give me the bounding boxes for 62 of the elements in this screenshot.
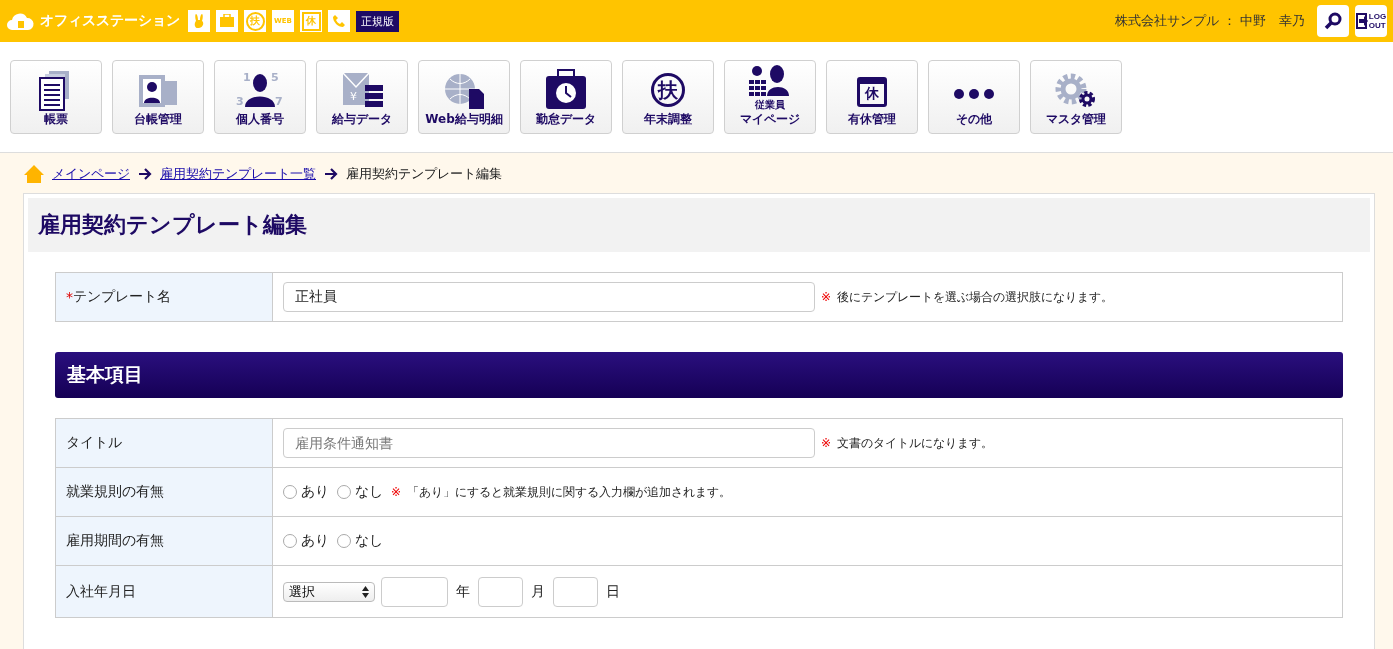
breadcrumb-current: 雇用契約テンプレート編集 xyxy=(346,165,502,183)
field-label: タイトル xyxy=(66,434,122,452)
breadcrumb-link[interactable]: 雇用契約テンプレート一覧 xyxy=(160,165,316,183)
section-header: 基本項目 xyxy=(55,352,1343,398)
note-mark: ※ xyxy=(821,436,832,450)
calendar-icon: 休 xyxy=(857,77,887,107)
field-label: 雇用期間の有無 xyxy=(66,532,164,550)
field-label: 入社年月日 xyxy=(66,582,136,601)
template-name-field[interactable]: 正社員 xyxy=(283,282,815,312)
logout-button[interactable]: LOG OUT xyxy=(1355,5,1387,37)
radio-label: なし xyxy=(355,483,383,501)
field-label: テンプレート名 xyxy=(73,288,171,306)
menu-tile[interactable]: その他 xyxy=(928,60,1020,134)
page-title: 雇用契約テンプレート編集 xyxy=(28,198,1370,252)
radio-label: あり xyxy=(301,532,329,550)
field-note: 文書のタイトルになります。 xyxy=(837,434,994,452)
menu-tile[interactable]: 勤怠データ xyxy=(520,60,612,134)
menu-tile[interactable]: 1 5 3 7 個人番号 xyxy=(214,60,306,134)
title-field[interactable]: 雇用条件通知書 xyxy=(283,428,815,458)
radio-button[interactable] xyxy=(283,534,297,548)
radio-button[interactable] xyxy=(337,534,351,548)
home-icon xyxy=(24,165,44,183)
radio-button[interactable] xyxy=(283,485,297,499)
brand-name: オフィスステーション xyxy=(40,12,180,30)
unit-label: 日 xyxy=(606,582,620,601)
search-button[interactable] xyxy=(1317,5,1349,37)
menu-tile[interactable]: ¥ 給与データ xyxy=(316,60,408,134)
rabbit-icon[interactable] xyxy=(188,10,210,32)
updown-caret-icon xyxy=(362,585,369,598)
note-mark: ※ xyxy=(821,290,832,304)
field-label: 就業規則の有無 xyxy=(66,483,164,501)
briefcase-icon[interactable] xyxy=(216,10,238,32)
note-mark: ※ xyxy=(391,485,402,499)
select-dropdown[interactable]: 選択 xyxy=(283,581,375,602)
field-note: 「あり」にすると就業規則に関する入力欄が追加されます。 xyxy=(407,483,732,501)
user-name: 株式会社サンプル ： 中野 幸乃 xyxy=(1114,12,1305,30)
field-note: 後にテンプレートを選ぶ場合の選択肢になります。 xyxy=(837,288,1114,306)
menu-tile[interactable]: 帳票 xyxy=(10,60,102,134)
unit-label: 月 xyxy=(531,582,545,601)
required-mark: * xyxy=(66,289,73,305)
phone-icon[interactable] xyxy=(328,10,350,32)
breadcrumb-link[interactable]: メインページ xyxy=(52,165,130,183)
circle-glyph-icon: 扶 xyxy=(651,73,685,107)
menu-tile[interactable]: マスタ管理 xyxy=(1030,60,1122,134)
year-field[interactable] xyxy=(381,576,448,607)
unit-label: 年 xyxy=(456,582,470,601)
radio-label: なし xyxy=(355,532,383,550)
arrow-right-icon xyxy=(324,167,338,181)
menu-tile[interactable]: 休 有休管理 xyxy=(826,60,918,134)
radio-label: あり xyxy=(301,483,329,501)
radio-button[interactable] xyxy=(337,485,351,499)
menu-tile[interactable]: 従業員 マイページ xyxy=(724,60,816,134)
exit-icon xyxy=(1355,13,1368,29)
day-field[interactable] xyxy=(553,576,598,607)
month-field[interactable] xyxy=(478,576,523,607)
search-icon xyxy=(1324,12,1342,30)
more-icon xyxy=(954,89,994,99)
menu-tile[interactable]: 扶 年末調整 xyxy=(622,60,714,134)
menu-tile[interactable]: Web給与明細 xyxy=(418,60,510,134)
arrow-right-icon xyxy=(138,167,152,181)
edition-badge: 正規版 xyxy=(356,10,399,32)
menu-tile[interactable]: 台帳管理 xyxy=(112,60,204,134)
